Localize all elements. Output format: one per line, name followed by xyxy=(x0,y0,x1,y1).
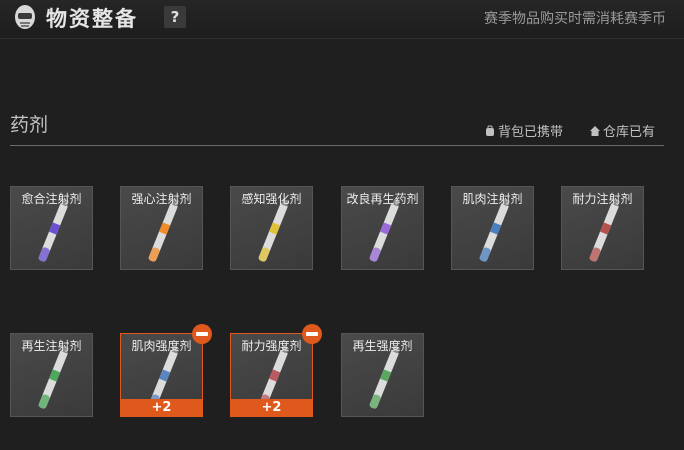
item-name: 耐力强度剂 xyxy=(241,339,302,353)
item-card[interactable]: 耐力强度剂 +2 xyxy=(230,324,322,417)
item-card[interactable]: 再生注射剂 xyxy=(10,333,93,417)
remove-item-button[interactable] xyxy=(302,324,322,344)
remove-item-button[interactable] xyxy=(192,324,212,344)
item-name: 肌肉强度剂 xyxy=(131,339,192,353)
item-card[interactable]: 感知强化剂 xyxy=(230,186,313,270)
item-card[interactable]: 肌肉强度剂 +2 xyxy=(120,324,212,417)
help-button[interactable]: ? xyxy=(164,6,186,28)
house-icon xyxy=(590,125,600,136)
legend-backpack-label: 背包已携带 xyxy=(498,125,564,140)
item-card[interactable]: 强心注射剂 xyxy=(120,186,203,270)
item-card[interactable]: 改良再生药剂 xyxy=(341,186,424,270)
item-name: 强心注射剂 xyxy=(131,192,192,206)
legend-backpack: 背包已携带 xyxy=(484,121,563,140)
item-card[interactable]: 再生强度剂 xyxy=(341,333,424,417)
section-divider xyxy=(10,145,664,146)
page-title: 物资整备 xyxy=(46,7,138,31)
item-name: 感知强化剂 xyxy=(241,192,302,206)
item-card[interactable]: 肌肉注射剂 xyxy=(451,186,534,270)
item-card[interactable]: 耐力注射剂 xyxy=(561,186,644,270)
legend-warehouse-label: 仓库已有 xyxy=(603,125,656,140)
item-name: 再生强度剂 xyxy=(352,339,413,353)
mask-logo-icon xyxy=(15,5,35,29)
item-name: 耐力注射剂 xyxy=(572,192,633,206)
item-name: 肌肉注射剂 xyxy=(462,192,523,206)
item-count-badge: +2 xyxy=(120,399,203,417)
header-bar: 物资整备 ? 赛季物品购买时需消耗赛季币 xyxy=(0,0,684,39)
item-name: 再生注射剂 xyxy=(21,339,82,353)
item-card[interactable]: 愈合注射剂 xyxy=(10,186,93,270)
backpack-icon xyxy=(486,125,494,136)
legend-warehouse: 仓库已有 xyxy=(589,121,655,140)
item-name: 愈合注射剂 xyxy=(21,192,82,206)
section-title: 药剂 xyxy=(10,114,49,136)
season-currency-notice: 赛季物品购买时需消耗赛季币 xyxy=(484,11,666,27)
item-count-badge: +2 xyxy=(230,399,313,417)
item-name: 改良再生药剂 xyxy=(346,192,419,206)
